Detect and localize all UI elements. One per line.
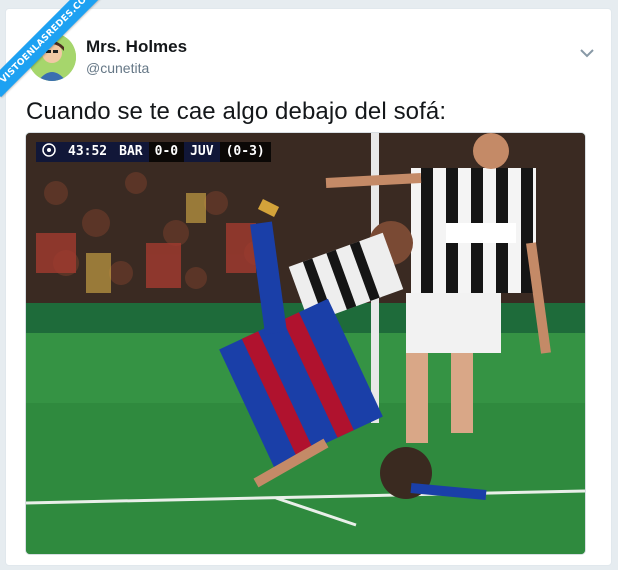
home-team: BAR <box>113 142 149 162</box>
aggregate-score: (0-3) <box>219 142 271 162</box>
match-scorebar: 43:52 BAR 0-0 JUV (0-3) <box>36 142 271 162</box>
display-name[interactable]: Mrs. Holmes <box>86 37 187 57</box>
tweet-card: VISTOENLASREDES.COM Mrs. Holmes @cunetit… <box>0 0 612 566</box>
away-team: JUV <box>184 142 220 162</box>
user-handle[interactable]: @cunetita <box>86 60 149 76</box>
score: 0-0 <box>148 142 185 162</box>
tweet-text: Cuando se te cae algo debajo del sofá: <box>26 98 447 125</box>
chevron-down-icon[interactable] <box>577 43 597 63</box>
champions-league-icon <box>36 142 62 162</box>
match-clock: 43:52 <box>62 142 114 162</box>
tweet-photo[interactable]: 43:52 BAR 0-0 JUV (0-3) <box>25 132 586 555</box>
